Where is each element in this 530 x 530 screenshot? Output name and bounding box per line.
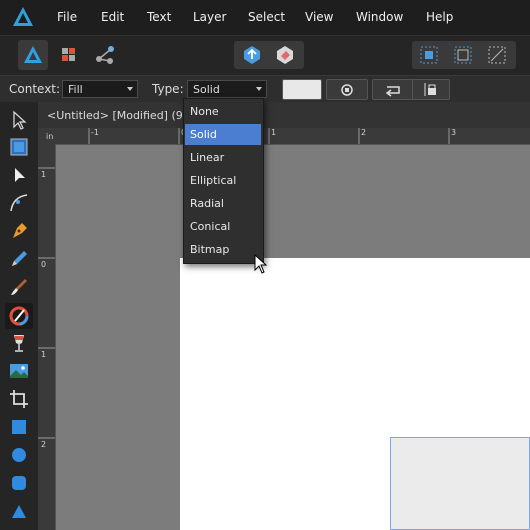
document-tab[interactable]: <Untitled> [Modified] (98.4% bbox=[38, 102, 530, 128]
menu-select[interactable]: Select bbox=[248, 10, 285, 24]
triangle-tool-icon[interactable] bbox=[7, 499, 31, 523]
dropdown-option-elliptical[interactable]: Elliptical bbox=[185, 170, 261, 191]
context-select[interactable]: Fill bbox=[62, 80, 138, 98]
vertical-ruler[interactable]: 1 0 1 2 bbox=[38, 144, 56, 530]
export-persona-button[interactable] bbox=[90, 40, 120, 70]
type-label: Type: bbox=[152, 82, 184, 96]
ruler-label: 0 bbox=[41, 260, 47, 269]
menu-text[interactable]: Text bbox=[147, 10, 171, 24]
ruler-corner: in bbox=[38, 128, 55, 144]
menu-file[interactable]: File bbox=[57, 10, 77, 24]
ruler-label: 1 bbox=[271, 128, 277, 137]
ruler-label: 1 bbox=[41, 170, 47, 179]
context-label: Context: bbox=[9, 82, 61, 96]
dropdown-option-bitmap[interactable]: Bitmap bbox=[185, 239, 261, 260]
designer-persona-button[interactable] bbox=[18, 40, 48, 70]
ruler-label: 2 bbox=[41, 440, 47, 449]
dropdown-option-none[interactable]: None bbox=[185, 101, 261, 122]
chevron-down-icon bbox=[127, 87, 133, 91]
mouse-cursor-icon bbox=[254, 253, 268, 278]
context-value: Fill bbox=[68, 83, 83, 96]
dropdown-option-solid[interactable]: Solid bbox=[185, 124, 261, 145]
pixel-persona-button[interactable] bbox=[54, 40, 84, 70]
tools-panel bbox=[0, 102, 39, 530]
menu-edit[interactable]: Edit bbox=[101, 10, 124, 24]
menu-view[interactable]: View bbox=[305, 10, 333, 24]
dropdown-option-linear[interactable]: Linear bbox=[185, 147, 261, 168]
node-tool-icon[interactable] bbox=[7, 163, 31, 187]
move-tool-icon[interactable] bbox=[7, 108, 31, 132]
fill-tool-icon[interactable] bbox=[5, 303, 33, 329]
app-logo-icon[interactable] bbox=[12, 6, 34, 32]
transparency-tool-icon[interactable] bbox=[7, 331, 31, 355]
ellipse-tool-icon[interactable] bbox=[7, 443, 31, 467]
horizontal-ruler[interactable]: -1 0 1 2 3 bbox=[55, 128, 530, 145]
arrange-group bbox=[234, 41, 304, 69]
menu-bar: File Edit Text Layer Select View Window … bbox=[0, 0, 530, 35]
snap-transform-icon[interactable] bbox=[486, 44, 508, 66]
menu-window[interactable]: Window bbox=[356, 10, 403, 24]
dropdown-option-radial[interactable]: Radial bbox=[185, 193, 261, 214]
menu-layer[interactable]: Layer bbox=[193, 10, 226, 24]
fill-type-dropdown: None Solid Linear Elliptical Radial Coni… bbox=[183, 98, 264, 264]
rotate-button[interactable] bbox=[372, 79, 414, 100]
type-select[interactable]: Solid bbox=[187, 80, 267, 98]
pencil-tool-icon[interactable] bbox=[7, 247, 31, 271]
move-forward-icon[interactable] bbox=[241, 44, 263, 66]
place-image-tool-icon[interactable] bbox=[7, 359, 31, 383]
rounded-rectangle-tool-icon[interactable] bbox=[7, 471, 31, 495]
shape-booleans-icon[interactable] bbox=[274, 44, 296, 66]
lock-button[interactable] bbox=[412, 79, 450, 100]
chevron-down-icon bbox=[256, 87, 262, 91]
dropdown-option-conical[interactable]: Conical bbox=[185, 216, 261, 237]
ruler-label: -1 bbox=[91, 128, 99, 137]
ruler-label: 2 bbox=[361, 128, 367, 137]
menu-help[interactable]: Help bbox=[426, 10, 453, 24]
rectangle-tool-icon[interactable] bbox=[7, 415, 31, 439]
toolbar bbox=[0, 35, 530, 76]
selected-shape[interactable] bbox=[390, 437, 530, 530]
type-value: Solid bbox=[193, 83, 220, 96]
fill-color-swatch[interactable] bbox=[282, 79, 322, 100]
reverse-gradient-button[interactable] bbox=[326, 79, 368, 100]
corner-tool-icon[interactable] bbox=[7, 191, 31, 215]
vector-brush-tool-icon[interactable] bbox=[7, 275, 31, 299]
snapping-group bbox=[412, 41, 516, 69]
ruler-unit: in bbox=[46, 132, 54, 141]
snap-grid-icon[interactable] bbox=[418, 44, 440, 66]
artboard-tool-icon[interactable] bbox=[7, 135, 31, 159]
pen-tool-icon[interactable] bbox=[7, 219, 31, 243]
context-toolbar: Context: Fill Type: Solid bbox=[0, 75, 530, 103]
snap-bounds-icon[interactable] bbox=[452, 44, 474, 66]
ruler-label: 3 bbox=[451, 128, 457, 137]
ruler-label: 1 bbox=[41, 350, 47, 359]
crop-tool-icon[interactable] bbox=[7, 387, 31, 411]
